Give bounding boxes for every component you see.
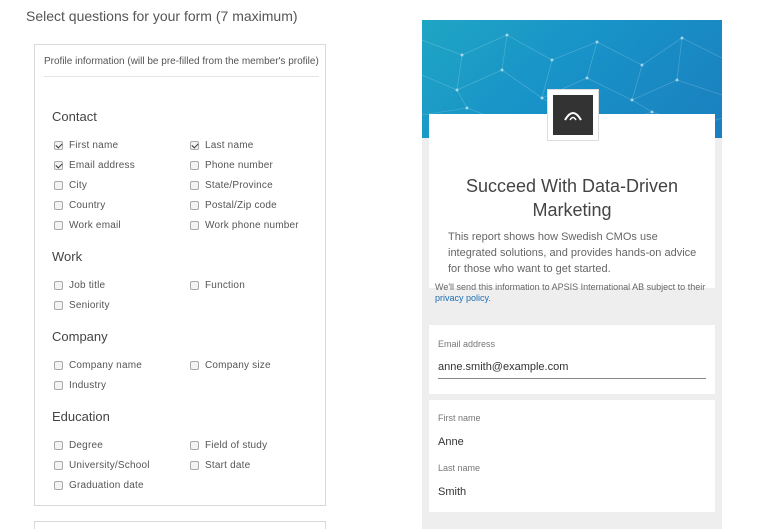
question-work-phone-number[interactable]: Work phone number (190, 220, 299, 231)
checkbox[interactable] (190, 201, 199, 210)
question-start-date[interactable]: Start date (190, 460, 250, 471)
checkbox[interactable] (54, 381, 63, 390)
consent-text: We'll send this information to APSIS Int… (435, 282, 706, 303)
profile-info-note: Profile information (will be pre-filled … (44, 55, 319, 77)
checkbox[interactable] (54, 281, 63, 290)
question-function[interactable]: Function (190, 280, 245, 291)
checkbox[interactable] (54, 141, 63, 150)
question-graduation-date[interactable]: Graduation date (54, 480, 144, 491)
group-heading-company: Company (52, 329, 108, 344)
question-university-school[interactable]: University/School (54, 460, 150, 471)
email-label: Email address (438, 339, 496, 349)
preview-title: Succeed With Data-Driven Marketing (465, 176, 679, 220)
privacy-policy-link[interactable]: privacy policy (435, 293, 488, 303)
email-field[interactable]: anne.smith@example.com (438, 361, 568, 373)
checkbox[interactable] (54, 361, 63, 370)
name-fields-card: First name Anne Last name Smith (429, 400, 715, 512)
group-heading-education: Education (52, 409, 110, 424)
preview-description: This report shows how Swedish CMOs use i… (448, 231, 697, 275)
question-postal-code[interactable]: Postal/Zip code (190, 200, 277, 211)
page-heading: Select questions for your form (7 maximu… (26, 8, 298, 24)
question-country[interactable]: Country (54, 200, 105, 211)
checkbox[interactable] (190, 361, 199, 370)
checkbox[interactable] (54, 461, 63, 470)
checkbox[interactable] (54, 201, 63, 210)
question-job-title[interactable]: Job title (54, 280, 105, 291)
last-name-field[interactable]: Smith (438, 486, 466, 498)
checkbox[interactable] (190, 141, 199, 150)
form-preview: Succeed With Data-Driven Marketing This … (422, 20, 722, 529)
checkbox[interactable] (190, 181, 199, 190)
checkbox[interactable] (190, 461, 199, 470)
question-industry[interactable]: Industry (54, 380, 106, 391)
checkbox[interactable] (190, 161, 199, 170)
checkbox[interactable] (190, 221, 199, 230)
company-logo (547, 89, 599, 141)
question-state-province[interactable]: State/Province (190, 180, 273, 191)
question-field-of-study[interactable]: Field of study (190, 440, 267, 451)
checkbox[interactable] (54, 181, 63, 190)
question-company-name[interactable]: Company name (54, 360, 142, 371)
checkbox[interactable] (54, 441, 63, 450)
question-email-address[interactable]: Email address (54, 160, 135, 171)
checkbox[interactable] (190, 281, 199, 290)
first-name-label: First name (438, 413, 481, 423)
checkbox[interactable] (54, 301, 63, 310)
checkbox[interactable] (54, 221, 63, 230)
checkbox[interactable] (190, 441, 199, 450)
question-city[interactable]: City (54, 180, 87, 191)
question-last-name[interactable]: Last name (190, 140, 254, 151)
first-name-field[interactable]: Anne (438, 436, 464, 448)
question-seniority[interactable]: Seniority (54, 300, 110, 311)
question-first-name[interactable]: First name (54, 140, 118, 151)
group-heading-contact: Contact (52, 109, 97, 124)
question-company-size[interactable]: Company size (190, 360, 271, 371)
email-underline (438, 378, 706, 379)
group-heading-work: Work (52, 249, 83, 264)
next-questions-panel (34, 521, 326, 529)
checkbox[interactable] (54, 481, 63, 490)
question-work-email[interactable]: Work email (54, 220, 121, 231)
questions-panel: Profile information (will be pre-filled … (34, 44, 326, 506)
logo-arc-icon (553, 95, 593, 135)
checkbox[interactable] (54, 161, 63, 170)
question-degree[interactable]: Degree (54, 440, 103, 451)
question-phone-number[interactable]: Phone number (190, 160, 273, 171)
email-field-card: Email address anne.smith@example.com (429, 325, 715, 394)
last-name-label: Last name (438, 463, 481, 473)
